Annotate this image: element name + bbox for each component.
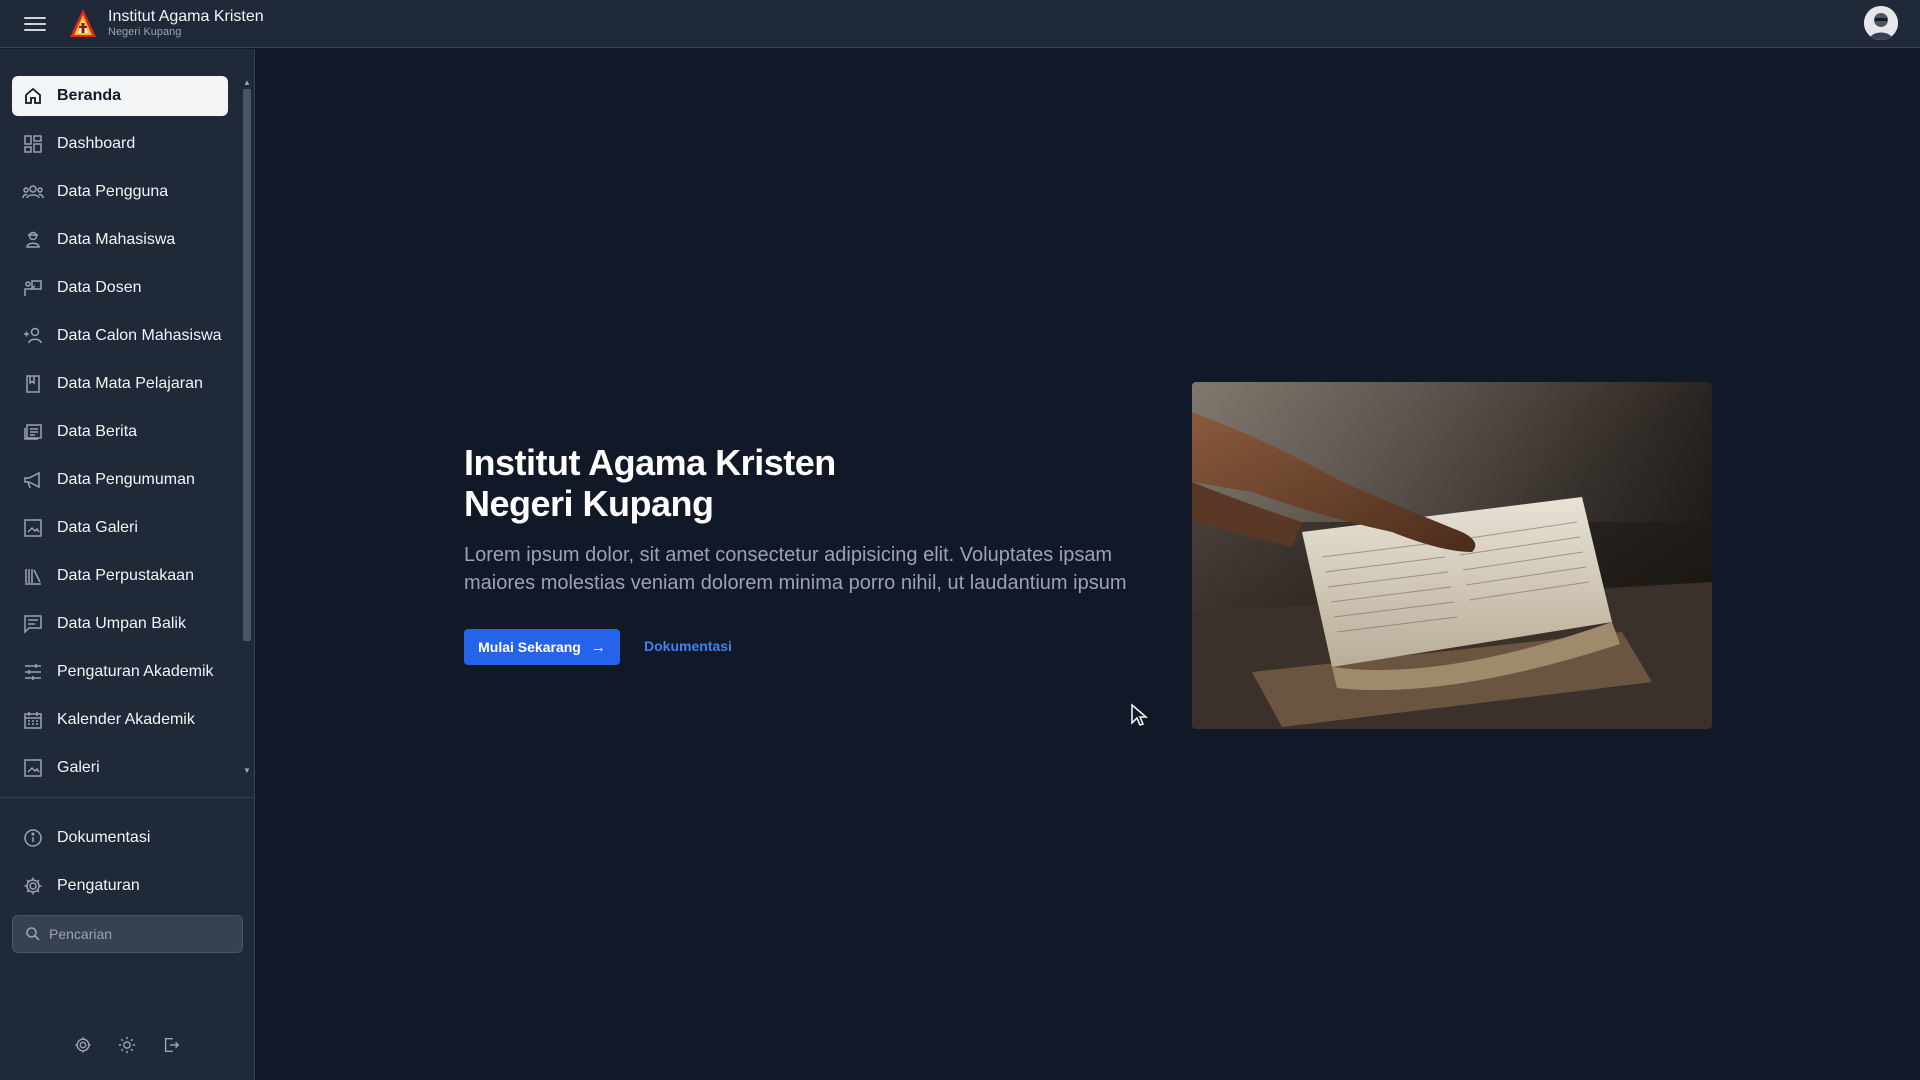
add-user-icon (22, 325, 44, 347)
sidebar-item-data-dosen[interactable]: Data Dosen (12, 268, 228, 308)
sidebar-item-label: Dokumentasi (57, 829, 151, 846)
sidebar-item-label: Data Mata Pelajaran (57, 375, 203, 392)
sidebar-item-pengaturan-akademik[interactable]: Pengaturan Akademik (12, 652, 228, 692)
sliders-icon (22, 661, 44, 683)
sidebar-item-label: Data Mahasiswa (57, 231, 176, 248)
logout-icon[interactable] (160, 1034, 182, 1056)
calendar-icon (22, 709, 44, 731)
sidebar-item-data-calon-mahasiswa[interactable]: Data Calon Mahasiswa (12, 316, 228, 356)
sidebar-item-pengaturan[interactable]: Pengaturan (12, 866, 228, 906)
institution-logo[interactable] (68, 7, 98, 41)
news-icon (22, 421, 44, 443)
sidebar-item-galeri[interactable]: Galeri (12, 748, 228, 781)
sidebar-item-label: Data Calon Mahasiswa (57, 327, 222, 344)
hero-title-line2: Negeri Kupang (464, 483, 714, 524)
sidebar-item-data-pengumuman[interactable]: Data Pengumuman (12, 460, 228, 500)
hamburger-menu-icon[interactable] (24, 13, 46, 35)
search-icon (25, 926, 41, 942)
search-box[interactable] (12, 915, 243, 953)
top-bar: Institut Agama Kristen Negeri Kupang (0, 0, 1920, 48)
book-icon (22, 373, 44, 395)
user-avatar[interactable] (1864, 6, 1898, 40)
sidebar-item-label: Pengaturan Akademik (57, 663, 214, 680)
sidebar-item-data-galeri[interactable]: Data Galeri (12, 508, 228, 548)
sidebar-bottom-actions (72, 1034, 182, 1056)
dashboard-icon (22, 133, 44, 155)
sidebar-item-data-pengguna[interactable]: Data Pengguna (12, 172, 228, 212)
sun-icon[interactable] (116, 1034, 138, 1056)
start-button-label: Mulai Sekarang (478, 639, 581, 655)
hero-image (1192, 382, 1712, 729)
home-icon (22, 85, 44, 107)
sidebar-item-data-berita[interactable]: Data Berita (12, 412, 228, 452)
gear-icon (22, 875, 44, 897)
brand-title: Institut Agama Kristen (108, 8, 264, 25)
scroll-down-arrow-icon[interactable]: ▼ (243, 767, 251, 775)
info-icon (22, 827, 44, 849)
documentation-link[interactable]: Dokumentasi (644, 638, 732, 654)
sidebar-item-label: Data Pengumuman (57, 471, 195, 488)
feedback-icon (22, 613, 44, 635)
sidebar-item-data-mahasiswa[interactable]: Data Mahasiswa (12, 220, 228, 260)
lecturer-icon (22, 277, 44, 299)
sidebar-divider (0, 797, 255, 798)
sidebar-item-label: Pengaturan (57, 877, 140, 894)
sidebar-item-label: Data Umpan Balik (57, 615, 186, 632)
sidebar-item-label: Dashboard (57, 135, 136, 152)
brand: Institut Agama Kristen Negeri Kupang (108, 8, 264, 38)
sidebar-scrollbar[interactable]: ▲ ▼ (240, 77, 254, 781)
scroll-thumb[interactable] (243, 89, 251, 641)
sidebar-item-kalender-akademik[interactable]: Kalender Akademik (12, 700, 228, 740)
start-button[interactable]: Mulai Sekarang → (464, 629, 620, 665)
sidebar-item-label: Data Pengguna (57, 183, 169, 200)
brand-subtitle: Negeri Kupang (108, 26, 182, 38)
settings-icon[interactable] (72, 1034, 94, 1056)
hero-title-line1: Institut Agama Kristen (464, 442, 836, 483)
sidebar-item-label: Beranda (57, 87, 122, 104)
hero-description: Lorem ipsum dolor, sit amet consectetur … (464, 541, 1164, 597)
sidebar-item-label: Galeri (57, 759, 100, 776)
sidebar-item-data-perpustakaan[interactable]: Data Perpustakaan (12, 556, 228, 596)
sidebar-item-label: Data Berita (57, 423, 138, 440)
sidebar-item-data-mata-pelajaran[interactable]: Data Mata Pelajaran (12, 364, 228, 404)
hero-title: Institut Agama Kristen Negeri Kupang (464, 442, 836, 524)
sidebar: Beranda Dashboard Data Pengguna Data Mah… (0, 49, 255, 1080)
hero-description-line1: Lorem ipsum dolor, sit amet consectetur … (464, 544, 1113, 566)
search-input[interactable] (49, 926, 229, 942)
sidebar-nav: Beranda Dashboard Data Pengguna Data Mah… (0, 49, 240, 781)
sidebar-item-label: Data Perpustakaan (57, 567, 194, 584)
megaphone-icon (22, 469, 44, 491)
sidebar-item-label: Data Dosen (57, 279, 142, 296)
library-icon (22, 565, 44, 587)
student-icon (22, 229, 44, 251)
image-icon (22, 757, 44, 779)
sidebar-item-data-umpan-balik[interactable]: Data Umpan Balik (12, 604, 228, 644)
mouse-cursor-icon (1130, 703, 1149, 727)
hero-description-line2: maiores molestias veniam dolorem minima … (464, 572, 1127, 594)
sidebar-item-label: Data Galeri (57, 519, 138, 536)
users-icon (22, 181, 44, 203)
image-icon (22, 517, 44, 539)
sidebar-item-beranda[interactable]: Beranda (12, 76, 228, 116)
sidebar-item-dashboard[interactable]: Dashboard (12, 124, 228, 164)
sidebar-item-dokumentasi[interactable]: Dokumentasi (12, 818, 228, 858)
sidebar-item-label: Kalender Akademik (57, 711, 195, 728)
arrow-right-icon: → (590, 638, 606, 656)
scroll-up-arrow-icon[interactable]: ▲ (243, 79, 251, 87)
